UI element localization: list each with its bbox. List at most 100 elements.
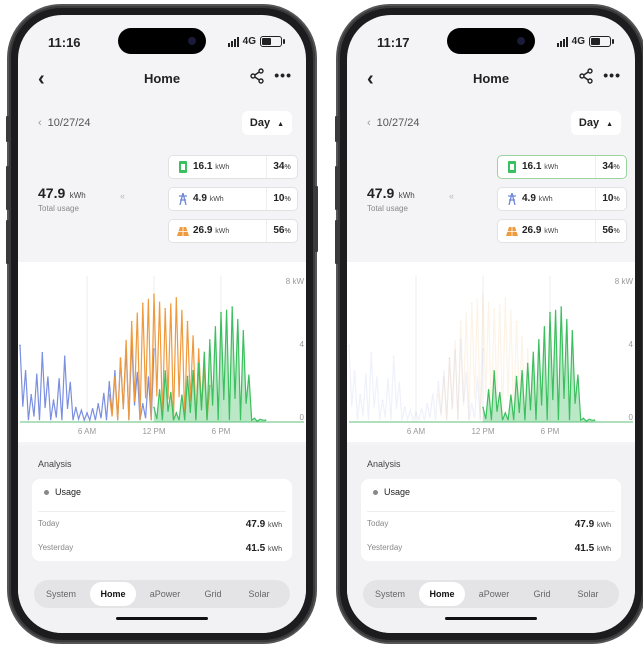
tab-home[interactable]: Home (90, 582, 136, 606)
power-button (315, 186, 318, 252)
source-grid[interactable]: 4.9 kWh 10% (497, 187, 627, 211)
analysis-panel: Analysis Usage Today 47.9 kWh Yesterday … (18, 445, 306, 633)
analysis-row-today: Today 47.9 kWh (38, 519, 282, 533)
data-point-solar (197, 348, 200, 350)
solar-panel-icon (506, 227, 518, 236)
total-unit: kWh (69, 191, 86, 200)
x-tick-label: 6 PM (541, 427, 560, 436)
row-key: Yesterday (38, 543, 74, 552)
analysis-row-yesterday: Yesterday 41.5 kWh (367, 543, 611, 557)
tab-system[interactable]: System (38, 580, 84, 608)
grid-pct: 10 (602, 193, 614, 204)
data-point-battery (504, 412, 507, 414)
tab-system[interactable]: System (367, 580, 413, 608)
volume-down-button (6, 220, 9, 264)
data-point-battery (560, 306, 562, 308)
phone-left: 11:16 4G ‹ Home ••• ‹ 10/27/24 Day ▲ 47.9… (6, 6, 318, 642)
chevron-left-icon: ‹ (38, 117, 42, 129)
more-button[interactable]: ••• (603, 67, 621, 83)
date-label: 10/27/24 (376, 117, 420, 129)
source-solar[interactable]: 26.9 kWh 56% (168, 219, 298, 243)
data-point-grid (359, 393, 361, 396)
battery-pct: 34 (273, 161, 285, 172)
tab-apower[interactable]: aPower (471, 580, 517, 608)
row-unit: kWh (268, 522, 282, 529)
more-button[interactable]: ••• (274, 67, 292, 83)
legend-label: Usage (384, 487, 411, 497)
solar-value: 26.9 (522, 225, 542, 236)
tab-solar[interactable]: Solar (565, 580, 611, 608)
date-selector[interactable]: ‹ 10/27/24 (38, 117, 91, 129)
tab-apower[interactable]: aPower (142, 580, 188, 608)
battery-pct-unit: % (284, 164, 291, 171)
data-point-battery (153, 406, 155, 409)
divider (38, 511, 286, 512)
status-time: 11:16 (48, 35, 81, 50)
usage-chart-svg: 6 AM 12 PM 6 PM 0 4 8 kW (348, 276, 634, 436)
date-label: 10/27/24 (47, 117, 91, 129)
y-tick-label: 4 (300, 340, 305, 349)
row-key: Yesterday (367, 543, 403, 552)
data-point-grid (426, 402, 428, 405)
date-selector[interactable]: ‹ 10/27/24 (367, 117, 420, 129)
data-point-battery (549, 311, 551, 314)
source-battery[interactable]: 16.1 kWh 34% (168, 155, 298, 179)
y-tick-label: 0 (629, 413, 634, 422)
volume-up-button (6, 166, 9, 210)
solar-pct: 56 (273, 225, 285, 236)
divider (367, 511, 615, 512)
period-dropdown[interactable]: Day ▲ (242, 111, 292, 135)
data-point-grid (404, 406, 406, 409)
data-point-grid (381, 399, 384, 401)
battery-unit: kWh (215, 164, 230, 171)
period-label: Day (578, 117, 600, 129)
tab-grid[interactable]: Grid (190, 580, 236, 608)
screen: 11:17 4G ‹ Home ••• ‹ 10/27/24 Day ▲ 47.9… (347, 15, 635, 633)
data-point-battery (253, 417, 256, 420)
legend-label: Usage (55, 487, 82, 497)
tab-solar[interactable]: Solar (236, 580, 282, 608)
total-value: 47.9 (367, 185, 395, 201)
flow-arrow-icon: « (449, 191, 455, 201)
data-point-grid (392, 355, 395, 358)
tab-grid[interactable]: Grid (519, 580, 565, 608)
grid-tower-icon (508, 193, 516, 205)
usage-chart[interactable]: 6 AM 12 PM 6 PM 0 4 8 kW (18, 262, 306, 442)
date-bar: ‹ 10/27/24 Day ▲ (347, 111, 635, 137)
data-point-grid (19, 344, 21, 347)
x-tick-label: 12 PM (142, 427, 165, 436)
grid-unit: kWh (209, 196, 224, 203)
tab-home[interactable]: Home (419, 582, 465, 606)
data-point-grid (52, 399, 55, 401)
data-point-grid (437, 381, 440, 383)
source-grid[interactable]: 4.9 kWh 10% (168, 187, 298, 211)
share-icon[interactable] (250, 68, 264, 89)
battery-value: 16.1 (522, 161, 542, 172)
source-battery[interactable]: 16.1 kWh 34% (497, 155, 627, 179)
source-solar[interactable]: 26.9 kWh 56% (497, 219, 627, 243)
data-point-solar (482, 293, 484, 296)
data-point-grid (75, 406, 77, 409)
volume-up-button (335, 166, 338, 210)
data-point-solar (186, 320, 189, 323)
y-tick-label: 8 kW (615, 277, 634, 286)
data-point-solar (448, 357, 451, 359)
data-point-battery (175, 412, 178, 414)
grid-value: 4.9 (193, 193, 207, 204)
data-point-battery (164, 370, 166, 372)
data-point-solar (119, 357, 122, 359)
data-point-grid (142, 402, 144, 405)
usage-chart[interactable]: 6 AM 12 PM 6 PM 0 4 8 kW (347, 262, 635, 442)
row-value: 47.9 (574, 519, 595, 530)
usage-chart-svg: 6 AM 12 PM 6 PM 0 4 8 kW (19, 276, 305, 436)
data-point-solar (142, 302, 144, 305)
row-unit: kWh (597, 522, 611, 529)
share-icon[interactable] (579, 68, 593, 89)
data-point-solar (153, 293, 155, 296)
data-point-grid (30, 393, 32, 396)
row-unit: kWh (268, 546, 282, 553)
period-label: Day (249, 117, 271, 129)
data-point-solar (437, 393, 440, 396)
period-dropdown[interactable]: Day ▲ (571, 111, 621, 135)
chevron-left-icon: ‹ (367, 117, 371, 129)
